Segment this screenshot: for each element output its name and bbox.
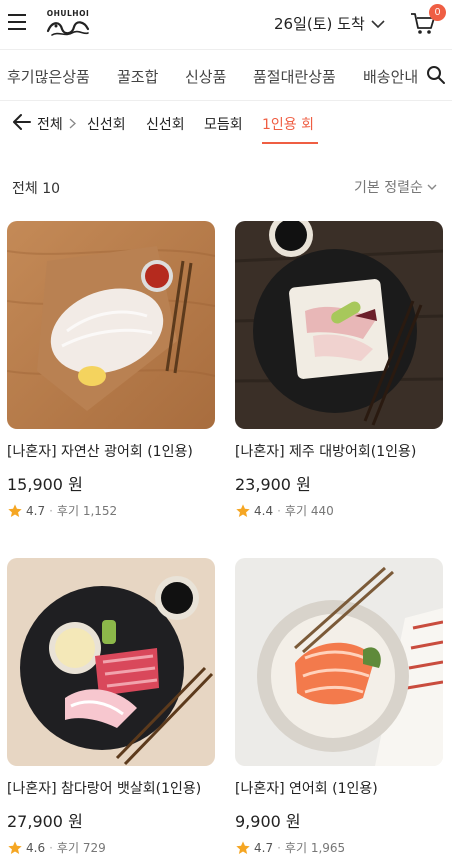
chevron-right-icon <box>69 118 76 129</box>
rating-score: 4.7 <box>254 840 274 855</box>
review-count[interactable]: 후기 440 <box>285 502 334 519</box>
separator: · <box>277 503 281 518</box>
product-image[interactable] <box>235 221 443 429</box>
star-icon <box>236 503 250 517</box>
brand-logo[interactable]: OHULHOI <box>42 7 94 39</box>
category-reviews[interactable]: 후기많은상품 <box>7 66 90 87</box>
category-combo[interactable]: 꿀조합 <box>117 66 158 87</box>
review-count[interactable]: 후기 729 <box>57 839 106 856</box>
product-name[interactable]: [나혼자] 연어회 (1인용) <box>235 778 378 798</box>
delivery-label: 26일(토) 도착 <box>274 15 365 33</box>
review-count[interactable]: 후기 1,152 <box>57 502 117 519</box>
product-card[interactable]: [나혼자] 자연산 광어회 (1인용) 15,900 원 4.7 · 후기 1,… <box>7 221 215 518</box>
subnav-single[interactable]: 1인용 회 <box>262 114 314 134</box>
product-card[interactable]: [나혼자] 연어회 (1인용) 9,900 원 4.7 · 후기 1,965 <box>235 558 443 855</box>
subnav-fresh-2[interactable]: 신선회 <box>146 114 185 134</box>
subnav-assorted[interactable]: 모듬회 <box>204 114 243 134</box>
cart-count-badge: 0 <box>429 4 446 21</box>
product-name[interactable]: [나혼자] 자연산 광어회 (1인용) <box>7 441 193 461</box>
product-card[interactable]: [나혼자] 참다랑어 뱃살회(1인용) 27,900 원 4.6 · 후기 72… <box>7 558 215 855</box>
product-card[interactable]: [나혼자] 제주 대방어회(1인용) 23,900 원 4.4 · 후기 440 <box>235 221 443 518</box>
rating-score: 4.7 <box>26 503 46 518</box>
star-icon <box>8 840 22 854</box>
product-image[interactable] <box>7 221 215 429</box>
separator: · <box>277 840 281 855</box>
sub-category-nav: 전체 신선회 신선회 모듬회 1인용 회 <box>0 101 452 145</box>
separator: · <box>49 503 53 518</box>
subnav-fresh-1[interactable]: 신선회 <box>87 114 126 134</box>
review-count[interactable]: 후기 1,965 <box>285 839 345 856</box>
product-rating: 4.6 · 후기 729 <box>7 839 106 856</box>
product-price: 27,900 원 <box>7 812 83 831</box>
chevron-down-icon <box>427 184 437 190</box>
subnav-all[interactable]: 전체 <box>37 114 63 134</box>
category-nav: 후기많은상품 꿀조합 신상품 품절대란상품 배송안내 <box>0 51 452 101</box>
star-icon <box>8 503 22 517</box>
separator: · <box>49 840 53 855</box>
product-rating: 4.4 · 후기 440 <box>235 502 334 519</box>
product-price: 15,900 원 <box>7 475 83 494</box>
chevron-down-icon <box>371 19 385 28</box>
product-count: 전체 10 <box>12 181 61 197</box>
star-icon <box>236 840 250 854</box>
sort-dropdown[interactable]: 기본 정렬순 <box>354 177 437 197</box>
rating-score: 4.4 <box>254 503 274 518</box>
category-new[interactable]: 신상품 <box>185 66 226 87</box>
product-price: 23,900 원 <box>235 475 311 494</box>
search-icon[interactable] <box>426 65 446 85</box>
category-delivery[interactable]: 배송안내 <box>363 66 418 87</box>
back-arrow-icon[interactable] <box>12 113 32 131</box>
sort-label: 기본 정렬순 <box>354 180 423 196</box>
product-rating: 4.7 · 후기 1,965 <box>235 839 345 856</box>
menu-icon[interactable] <box>8 14 26 30</box>
svg-text:OHULHOI: OHULHOI <box>47 9 89 18</box>
product-image[interactable] <box>7 558 215 766</box>
header: OHULHOI 26일(토) 도착 0 <box>0 0 452 50</box>
product-name[interactable]: [나혼자] 참다랑어 뱃살회(1인용) <box>7 778 201 798</box>
delivery-date-selector[interactable]: 26일(토) 도착 <box>274 13 385 34</box>
category-soldout[interactable]: 품절대란상품 <box>253 66 336 87</box>
product-price: 9,900 원 <box>235 812 301 831</box>
product-image[interactable] <box>235 558 443 766</box>
product-name[interactable]: [나혼자] 제주 대방어회(1인용) <box>235 441 416 461</box>
active-tab-underline <box>262 142 318 144</box>
rating-score: 4.6 <box>26 840 46 855</box>
product-rating: 4.7 · 후기 1,152 <box>7 502 117 519</box>
